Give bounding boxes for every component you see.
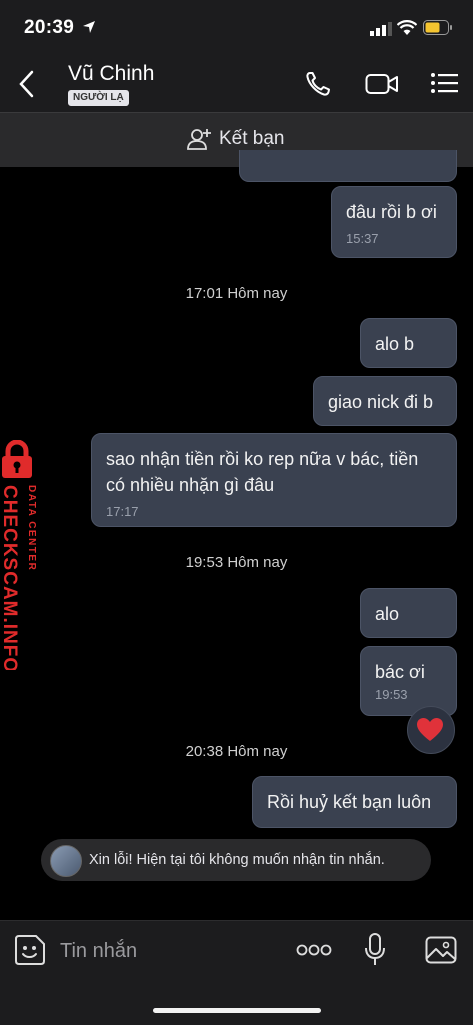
message-text: sao nhận tiền rồi ko rep nữa v bác, tiền… <box>106 449 419 495</box>
menu-icon[interactable] <box>430 72 460 94</box>
message-text: Rồi huỷ kết bạn luôn <box>267 792 432 812</box>
signal-icon <box>370 22 392 36</box>
watermark: DATA CENTER CHECKSCAM.INFO <box>0 440 37 670</box>
heart-reaction-icon[interactable] <box>416 717 444 742</box>
message-time: 15:37 <box>346 231 379 246</box>
message-text: alo b <box>375 334 415 354</box>
message-bubble[interactable]: alo b <box>360 318 457 368</box>
avatar <box>50 845 82 877</box>
message-text: giao nick đi b <box>328 392 434 412</box>
notice-text: Xin lỗi! Hiện tại tôi không muốn nhận ti… <box>89 852 385 868</box>
add-friend-label[interactable]: Kết bạn <box>219 128 285 150</box>
video-call-icon[interactable] <box>365 72 399 96</box>
time-separator: 19:53 Hôm nay <box>185 554 288 571</box>
message-bubble[interactable] <box>239 150 457 182</box>
message-text: đâu rồi b ơi <box>346 202 437 222</box>
lock-icon <box>2 440 32 478</box>
battery-icon <box>423 20 452 35</box>
message-bubble[interactable]: alo <box>360 588 457 638</box>
more-icon[interactable] <box>296 943 332 957</box>
message-time: 17:17 <box>106 504 139 519</box>
message-bubble[interactable]: đâu rồi b ơi 15:37 <box>331 186 457 258</box>
status-time: 20:39 <box>24 17 75 38</box>
image-icon[interactable] <box>425 936 457 964</box>
wifi-icon <box>397 20 417 35</box>
message-bubble[interactable]: giao nick đi b <box>313 376 457 426</box>
message-input[interactable]: Tin nhắn <box>60 940 137 963</box>
location-arrow-icon <box>83 21 95 33</box>
sticker-icon[interactable] <box>14 934 46 966</box>
add-friend-icon[interactable] <box>187 127 213 151</box>
message-bubble[interactable]: sao nhận tiền rồi ko rep nữa v bác, tiền… <box>91 433 457 527</box>
time-separator: 20:38 Hôm nay <box>185 743 288 760</box>
watermark-line2: CHECKSCAM.INFO <box>0 485 20 670</box>
watermark-line1: DATA CENTER <box>26 485 37 571</box>
microphone-icon[interactable] <box>364 933 386 967</box>
message-bubble[interactable]: Rồi huỷ kết bạn luôn <box>252 776 457 828</box>
message-time: 19:53 <box>375 687 408 702</box>
stranger-badge: NGƯỜI LẠ <box>68 90 129 106</box>
home-indicator <box>153 1008 321 1013</box>
message-text: alo <box>375 604 400 624</box>
time-separator: 17:01 Hôm nay <box>185 285 288 302</box>
phone-icon[interactable] <box>305 71 331 97</box>
contact-name[interactable]: Vũ Chinh <box>68 62 154 86</box>
back-icon[interactable] <box>18 70 36 98</box>
message-text: bác ơi <box>375 662 425 682</box>
message-bubble[interactable]: bác ơi 19:53 <box>360 646 457 716</box>
